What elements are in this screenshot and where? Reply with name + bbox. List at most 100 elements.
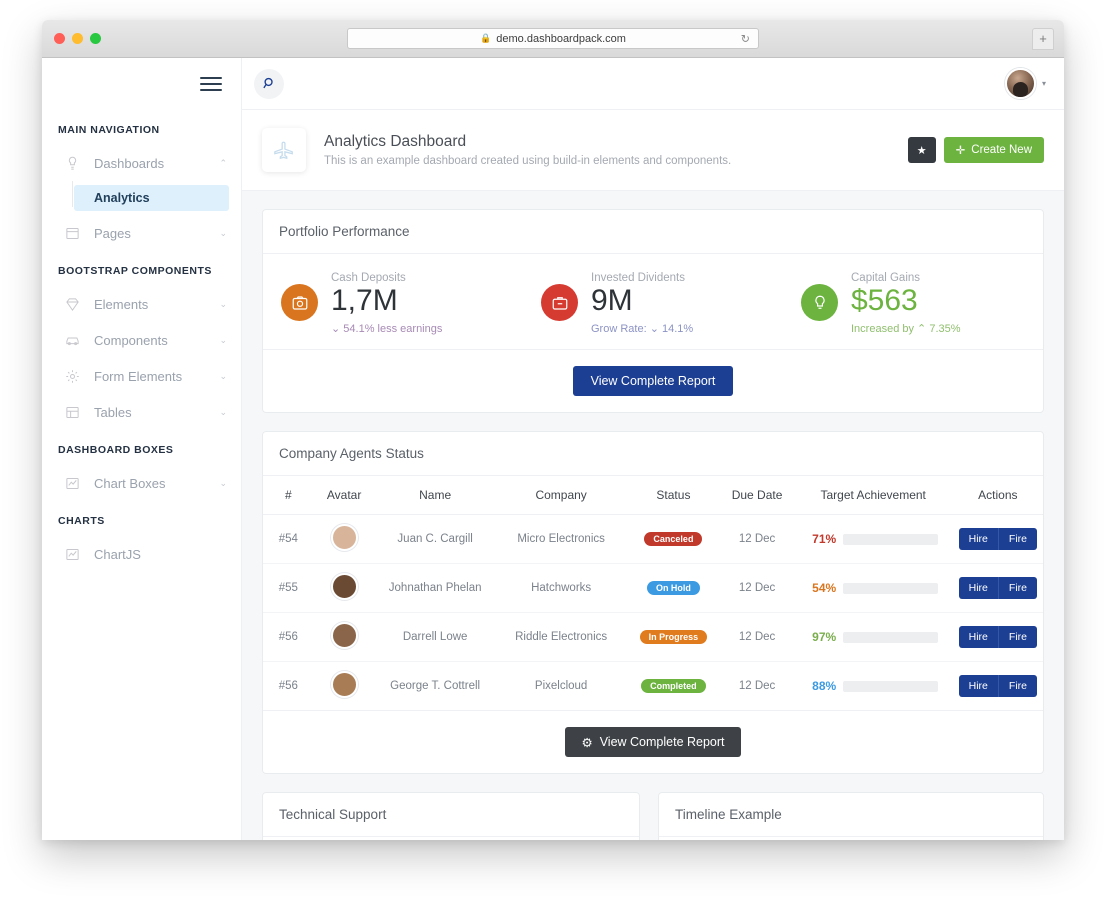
sidebar-item-label: Elements xyxy=(94,296,149,312)
scroll-area[interactable]: Analytics Dashboard This is an example d… xyxy=(242,110,1064,840)
maximize-window-button[interactable] xyxy=(90,33,101,44)
gear-icon xyxy=(64,368,81,385)
airplane-icon xyxy=(262,128,306,172)
progress-track xyxy=(843,680,939,692)
action-group: Hire Fire xyxy=(958,528,1037,551)
table-icon xyxy=(64,404,81,421)
page-header-text: Analytics Dashboard This is an example d… xyxy=(324,133,908,167)
timeline-body: All Hands Meeting Yet another one, at 15… xyxy=(659,837,1043,840)
sidebar-item-pages[interactable]: Pages ⌄ xyxy=(42,215,241,251)
create-new-label: Create New xyxy=(971,144,1032,156)
url-text: demo.dashboardpack.com xyxy=(496,32,626,45)
hire-button[interactable]: Hire xyxy=(958,626,998,649)
favorite-button[interactable]: ★ xyxy=(907,137,936,163)
address-bar[interactable]: 🔒 demo.dashboardpack.com ↻ xyxy=(347,28,759,49)
fire-button[interactable]: Fire xyxy=(997,626,1037,649)
fire-button[interactable]: Fire xyxy=(997,528,1037,551)
row-company: Hatchworks xyxy=(495,563,627,614)
sidebar-section-title: CHARTS xyxy=(58,515,105,527)
card-title: Company Agents Status xyxy=(263,432,1043,477)
row-company: Micro Electronics xyxy=(495,514,627,565)
sidebar-section-title: MAIN NAVIGATION xyxy=(58,124,160,136)
trend-down-icon: ⌄ xyxy=(649,323,659,336)
browser-chrome: 🔒 demo.dashboardpack.com ↻ + xyxy=(42,20,1064,58)
sidebar-item-label: Dashboards xyxy=(94,155,165,171)
cards-wrapper: Portfolio Performance Cash Deposits 1,7M xyxy=(242,191,1064,840)
sidebar-item-analytics[interactable]: Analytics xyxy=(74,185,229,211)
plus-icon: ✛ xyxy=(955,145,966,157)
stat-percent: 7.35% xyxy=(929,323,961,336)
progress-percent: 71% xyxy=(812,532,837,547)
user-menu[interactable]: ▾ xyxy=(1004,68,1046,99)
row-actions-cell: Hire Fire xyxy=(952,514,1043,565)
technical-support-card: Technical Support HELPDESK TICKETS 34 5%… xyxy=(262,792,640,840)
table-row[interactable]: #55 Johnathan Phelan Hatchworks On Hold … xyxy=(263,563,1043,614)
row-avatar-cell xyxy=(314,662,375,711)
sidebar-item-label: Pages xyxy=(94,225,131,241)
hire-button[interactable]: Hire xyxy=(958,675,998,698)
company-agents-card: Company Agents Status # Avatar Name Comp… xyxy=(262,431,1044,775)
row-avatar-cell xyxy=(313,612,375,663)
fire-button[interactable]: Fire xyxy=(997,675,1037,698)
row-company: Pixelcloud xyxy=(534,680,588,693)
support-body: HELPDESK TICKETS 34 5% increase xyxy=(263,837,639,840)
screenshot-root: 🔒 demo.dashboardpack.com ↻ + MAIN NAVIGA… xyxy=(0,0,1106,900)
hire-button[interactable]: Hire xyxy=(958,577,998,600)
bottom-row: Technical Support HELPDESK TICKETS 34 5%… xyxy=(262,792,1044,840)
browser-window: 🔒 demo.dashboardpack.com ↻ + MAIN NAVIGA… xyxy=(42,20,1064,840)
card-title: Technical Support xyxy=(263,793,639,838)
hamburger-icon[interactable] xyxy=(200,77,222,91)
stats-row: Cash Deposits 1,7M ⌄ 54.1% less earnings xyxy=(263,254,1043,351)
avatar xyxy=(330,622,358,650)
row-actions-cell: Hire Fire xyxy=(952,563,1043,614)
chevron-down-icon: ⌄ xyxy=(219,334,227,345)
lamp-icon xyxy=(64,155,81,172)
sidebar-item-elements[interactable]: Elements ⌄ xyxy=(42,286,241,322)
status-badge: Completed xyxy=(641,679,706,694)
progress-wrapper: 88% xyxy=(800,679,947,693)
close-window-button[interactable] xyxy=(54,33,65,44)
view-complete-report-dark-button[interactable]: ⚙ View Complete Report xyxy=(565,727,741,758)
minimize-window-button[interactable] xyxy=(72,33,83,44)
table-row[interactable]: #56 George T. Cottrell Pixelcloud Comple… xyxy=(263,662,1043,711)
row-actions-cell: Hire Fire xyxy=(952,612,1043,663)
row-name: Juan C. Cargill xyxy=(374,514,496,565)
table-row[interactable]: #56 Darrell Lowe Riddle Electronics In P… xyxy=(263,612,1043,663)
diamond-icon xyxy=(64,296,81,313)
row-name: Johnathan Phelan xyxy=(374,563,496,614)
view-complete-report-button[interactable]: View Complete Report xyxy=(572,366,734,397)
search-icon[interactable] xyxy=(254,68,284,99)
fire-button[interactable]: Fire xyxy=(997,577,1037,600)
new-tab-button[interactable]: + xyxy=(1032,27,1054,50)
sidebar-item-chart-boxes[interactable]: Chart Boxes ⌄ xyxy=(42,465,241,501)
chevron-down-icon: ⌄ xyxy=(219,370,227,381)
sidebar-item-components[interactable]: Components ⌄ xyxy=(42,322,241,358)
col-due-date: Due Date xyxy=(720,476,794,516)
sidebar-item-chartjs[interactable]: ChartJS xyxy=(42,536,241,572)
hire-button[interactable]: Hire xyxy=(958,528,998,551)
window-controls[interactable] xyxy=(54,33,101,44)
stat-cash-deposits: Cash Deposits 1,7M ⌄ 54.1% less earnings xyxy=(263,270,523,335)
reload-icon[interactable]: ↻ xyxy=(741,32,750,45)
stat-value: 9M xyxy=(591,284,633,317)
sidebar-section-title: BOOTSTRAP COMPONENTS xyxy=(58,265,212,277)
stat-footnote: Grow Rate: ⌄ 14.1% xyxy=(591,322,693,335)
chevron-down-icon: ⌄ xyxy=(219,406,227,417)
agents-table: # Avatar Name Company Status Due Date Ta… xyxy=(263,476,1043,710)
trend-down-icon: ⌄ xyxy=(331,323,341,336)
progress-track xyxy=(843,533,939,545)
create-new-button[interactable]: ✛ Create New xyxy=(943,137,1044,163)
sidebar: MAIN NAVIGATION Dashboards ⌃ Analytics P… xyxy=(42,58,242,840)
sidebar-item-form-elements[interactable]: Form Elements ⌄ xyxy=(42,358,241,394)
col-company: Company xyxy=(495,476,627,516)
table-row[interactable]: #54 Juan C. Cargill Micro Electronics Ca… xyxy=(263,514,1043,565)
col-name: Name xyxy=(374,476,496,516)
row-due-date: 12 Dec xyxy=(720,612,794,663)
chevron-down-icon: ⌄ xyxy=(219,227,227,238)
avatar xyxy=(330,573,358,601)
chevron-down-icon: ⌄ xyxy=(219,298,227,309)
sidebar-item-dashboards[interactable]: Dashboards ⌃ xyxy=(42,145,241,181)
window-icon xyxy=(64,225,81,242)
progress-track xyxy=(843,582,939,594)
sidebar-item-tables[interactable]: Tables ⌄ xyxy=(42,394,241,430)
